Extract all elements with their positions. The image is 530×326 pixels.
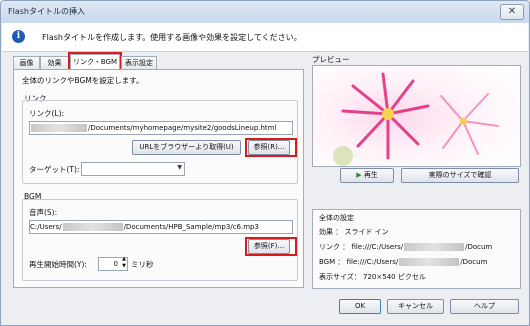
settings-bgm: BGM ： file:///C:/Users//Docum [319,258,488,266]
link-browse-button[interactable]: 参照(R)... [248,140,290,155]
ok-button[interactable]: OK [339,299,381,314]
cancel-button[interactable]: キャンセル [387,299,444,314]
panel-description: 全体のリンクやBGMを設定します。 [22,76,144,85]
redacted-path [404,243,465,251]
tab-effect[interactable]: 効果 [40,56,69,69]
preview-heading: プレビュー [312,55,350,64]
sound-input[interactable]: C:/Users//Documents/HPB_Sample/mp3/c6.mp… [29,220,293,234]
start-time-unit: ミリ秒 [131,260,154,269]
settings-effect: 効果 ： スライド イン [319,228,389,236]
link-label: リンク(L): [29,109,65,118]
bgm-group: 音声(S): C:/Users//Documents/HPB_Sample/mp… [22,199,298,281]
link-group: リンク(L): /Documents/myhomepage/mysite2/go… [22,100,298,184]
settings-size: 表示サイズ： 720×540 ピクセル [319,273,426,281]
settings-link: リンク ： file:///C:/Users//Docum [319,243,493,251]
flower-image [313,66,520,166]
settings-heading: 全体の設定 [319,214,354,222]
redacted-path [62,223,123,231]
sound-label: 音声(S): [29,208,58,217]
info-icon: i [12,30,25,43]
target-label: ターゲット(T): [29,165,80,174]
tab-link-bgm[interactable]: リンク・BGM [68,52,122,72]
chevron-down-icon: ▼ [177,164,182,171]
redacted-path [31,124,87,132]
close-button[interactable]: ✕ [500,4,524,20]
target-select[interactable]: ▼ [81,162,185,176]
window-title: Flashタイトルの挿入 [8,7,85,16]
play-button[interactable]: ▶ 再生 [340,168,394,183]
preview-image [312,65,521,167]
info-text: Flashタイトルを作成します。使用する画像や効果を設定してください。 [42,33,302,42]
play-icon: ▶ [356,171,362,179]
title-bar[interactable]: Flashタイトルの挿入 ✕ [1,1,529,23]
actual-size-button[interactable]: 実際のサイズで確認 [401,168,519,183]
tab-panel: 全体のリンクやBGMを設定します。 リンク リンク(L): /Documents… [13,69,304,288]
info-bar: i Flashタイトルを作成します。使用する画像や効果を設定してください。 [2,23,528,52]
link-input[interactable]: /Documents/myhomepage/mysite2/goodsLineu… [29,121,293,135]
get-url-from-browser-button[interactable]: URLをブラウザーより取得(U) [132,140,241,155]
redacted-path [399,258,460,266]
start-time-spinner[interactable]: 0 ▲ ▼ [98,256,128,271]
dialog-window: Flashタイトルの挿入 ✕ i Flashタイトルを作成します。使用する画像や… [0,0,530,326]
overall-settings-panel: 全体の設定 効果 ： スライド イン リンク ： file:///C:/User… [312,209,521,289]
sound-browse-button[interactable]: 参照(F)... [248,239,290,254]
start-time-label: 再生開始時間(Y): [29,260,87,269]
spinner-arrows-icon[interactable]: ▲ ▼ [122,256,126,270]
help-button[interactable]: ヘルプ [450,299,519,314]
tab-display-settings[interactable]: 表示設定 [121,56,157,69]
tab-image[interactable]: 画像 [13,56,40,69]
